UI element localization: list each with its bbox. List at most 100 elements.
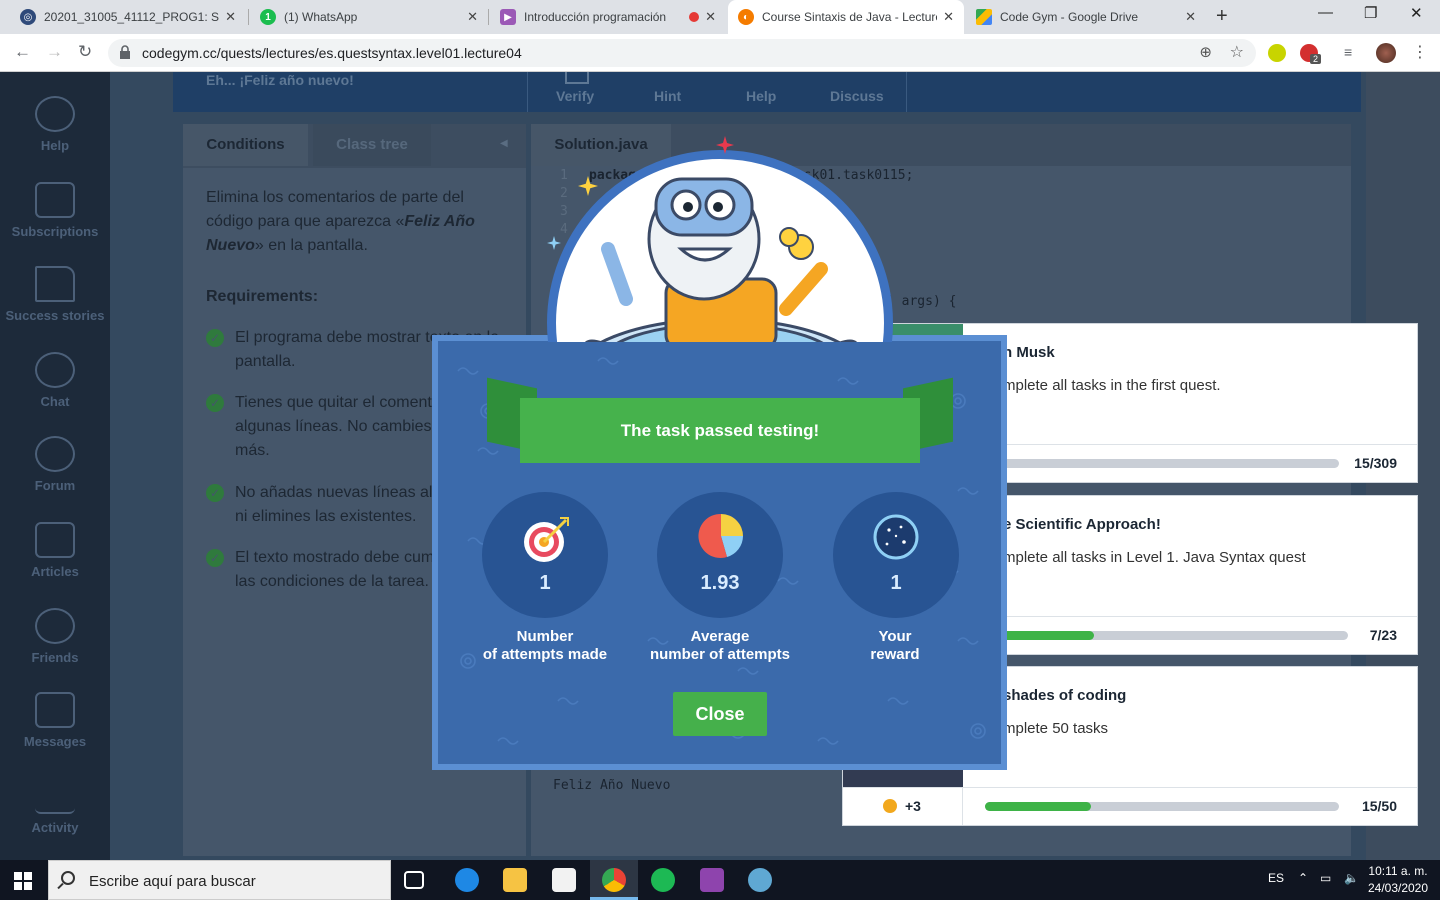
- bookmark-star-icon[interactable]: ☆: [1230, 42, 1244, 62]
- attempts-value: 1: [539, 572, 551, 594]
- tab-solution-java[interactable]: Solution.java: [531, 124, 671, 166]
- browser-menu-icon[interactable]: ⋮: [1412, 42, 1428, 62]
- friends-icon: [35, 608, 75, 644]
- video-icon: ▶: [500, 9, 516, 25]
- requirements-title: Requirements:: [206, 288, 319, 305]
- achievement-title: n Musk: [1003, 344, 1055, 361]
- sidebar-item-forum[interactable]: Forum: [0, 436, 110, 493]
- tab-class-tree[interactable]: Class tree: [313, 124, 431, 166]
- codegym-icon: ◐: [738, 9, 754, 25]
- url-field[interactable]: codegym.cc/quests/lectures/es.questsynta…: [108, 39, 1256, 67]
- sparkle-icon: [716, 136, 734, 154]
- attempts-stat: 1: [482, 492, 608, 618]
- taskbar-search-input[interactable]: Escribe aquí para buscar: [48, 860, 391, 900]
- zoom-icon[interactable]: ⊕: [1199, 43, 1212, 61]
- sidebar-item-friends[interactable]: Friends: [0, 608, 110, 665]
- task-passed-banner: The task passed testing!: [520, 398, 920, 463]
- close-tab-icon[interactable]: ✕: [705, 9, 716, 25]
- sidebar-item-label: Forum: [34, 478, 76, 493]
- collapse-panel-icon[interactable]: ◀: [500, 138, 508, 149]
- check-icon: ✓: [206, 394, 224, 412]
- verify-button[interactable]: Verify: [556, 88, 594, 104]
- tab-conditions[interactable]: Conditions: [183, 124, 308, 166]
- progress-bar: [985, 802, 1339, 811]
- line-number: 2: [560, 186, 568, 201]
- chrome-icon[interactable]: [602, 868, 626, 892]
- sidebar-item-success-stories[interactable]: Success stories: [0, 266, 110, 323]
- minimize-icon[interactable]: —: [1318, 4, 1333, 21]
- sidebar-item-articles[interactable]: Articles: [0, 522, 110, 579]
- edge-icon[interactable]: [455, 868, 479, 892]
- drive-icon: [976, 9, 992, 25]
- sidebar-item-subscriptions[interactable]: Subscriptions: [0, 182, 110, 239]
- restore-icon[interactable]: ❐: [1364, 4, 1377, 22]
- browser-tab[interactable]: Code Gym - Google Drive ✕: [966, 0, 1206, 34]
- new-tab-icon[interactable]: +: [1216, 5, 1228, 28]
- paint-icon[interactable]: [748, 868, 772, 892]
- sidebar-item-label: Activity: [31, 820, 79, 835]
- help-button[interactable]: Help: [746, 88, 776, 104]
- close-tab-icon[interactable]: ✕: [225, 9, 236, 25]
- sidebar-item-label: Help: [40, 138, 70, 153]
- media-control-icon[interactable]: ≡: [1344, 44, 1352, 60]
- browser-tab[interactable]: ▶ Introducción programación ✕: [490, 0, 726, 34]
- browser-tab[interactable]: 1 (1) WhatsApp ✕: [250, 0, 488, 34]
- language-indicator[interactable]: ES: [1268, 871, 1284, 885]
- extension-icon[interactable]: [1268, 44, 1286, 62]
- achievement-description: mplete 50 tasks: [1003, 720, 1109, 737]
- line-number: 1: [560, 168, 568, 183]
- windows-taskbar: Escribe aquí para buscar ES ⌃ ▭ 🔈 10:11 …: [0, 860, 1440, 900]
- sidebar-item-chat[interactable]: Chat: [0, 352, 110, 409]
- sidebar-item-help[interactable]: Help: [0, 96, 110, 153]
- achievement-description: mplete all tasks in Level 1. Java Syntax…: [1003, 549, 1306, 566]
- volume-icon[interactable]: 🔈: [1344, 871, 1359, 885]
- browser-tab[interactable]: ◎ 20201_31005_41112_PROG1: Ses ✕: [10, 0, 246, 34]
- dark-matter-icon: [873, 514, 919, 560]
- store-icon[interactable]: [552, 868, 576, 892]
- average-value: 1.93: [700, 572, 740, 594]
- windows-start-icon[interactable]: [14, 872, 32, 890]
- close-tab-icon[interactable]: ✕: [467, 9, 478, 25]
- close-tab-icon[interactable]: ✕: [943, 9, 954, 25]
- sidebar-item-label: Chat: [40, 394, 70, 409]
- sidebar-item-messages[interactable]: Messages: [0, 692, 110, 749]
- reload-icon[interactable]: ↻: [78, 42, 92, 62]
- back-icon[interactable]: ←: [14, 42, 31, 62]
- close-window-icon[interactable]: ✕: [1410, 4, 1423, 22]
- file-explorer-icon[interactable]: [503, 868, 527, 892]
- close-tab-icon[interactable]: ✕: [1185, 9, 1196, 25]
- system-clock[interactable]: 10:11 a. m. 24/03/2020: [1363, 863, 1433, 897]
- discord-icon[interactable]: [700, 868, 724, 892]
- progress-bar: [983, 631, 1348, 640]
- avatar[interactable]: [1376, 43, 1396, 63]
- tab-title: Code Gym - Google Drive: [1000, 10, 1139, 24]
- subscriptions-icon: [35, 182, 75, 218]
- chevron-up-icon[interactable]: ⌃: [1298, 871, 1308, 885]
- hint-button[interactable]: Hint: [654, 88, 681, 104]
- forward-icon[interactable]: →: [46, 42, 63, 62]
- task-view-icon[interactable]: [404, 871, 424, 889]
- tab-title: (1) WhatsApp: [284, 10, 358, 24]
- clock-date: 24/03/2020: [1367, 881, 1429, 895]
- average-stat: 1.93: [657, 492, 783, 618]
- browser-tab-strip: ◎ 20201_31005_41112_PROG1: Ses ✕ 1 (1) W…: [0, 0, 1440, 34]
- discuss-button[interactable]: Discuss: [830, 88, 884, 104]
- extension-badge: 2: [1310, 54, 1322, 64]
- sidebar-item-activity[interactable]: Activity: [0, 778, 110, 835]
- close-button[interactable]: Close: [673, 692, 767, 736]
- average-label: Average number of attempts: [649, 628, 790, 663]
- network-icon[interactable]: ▭: [1320, 871, 1331, 885]
- search-placeholder: Escribe aquí para buscar: [89, 873, 256, 890]
- progress-count: 15/309: [1354, 455, 1397, 471]
- achievement-reward: +3: [905, 798, 921, 814]
- reward-stat: 1: [833, 492, 959, 618]
- browser-tab-active[interactable]: ◐ Course Sintaxis de Java - Lecture ✕: [728, 0, 964, 34]
- lock-icon: [120, 45, 130, 59]
- achievement-footer: +3 15/50: [843, 787, 1417, 825]
- sparkle-icon: [578, 176, 598, 196]
- whatsapp-icon: 1: [260, 9, 276, 25]
- sparkle-icon: [547, 236, 561, 250]
- spotify-icon[interactable]: [651, 868, 675, 892]
- reward-value: 1: [890, 572, 902, 594]
- medal-icon: [883, 799, 897, 813]
